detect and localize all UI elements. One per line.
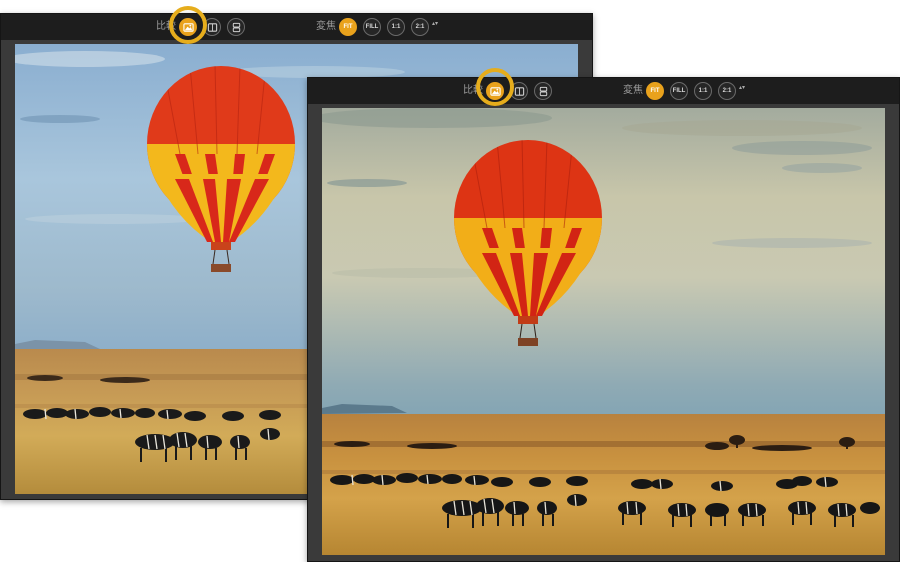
- zoom-1-1-button[interactable]: 1:1: [694, 82, 712, 100]
- split-view-button[interactable]: [510, 82, 528, 100]
- compare-mode-button[interactable]: [486, 82, 504, 100]
- zoom-2-1-button[interactable]: 2:1: [411, 18, 429, 36]
- stack-view-icon: [538, 86, 549, 97]
- zoom-label: 変焦: [623, 85, 643, 96]
- zoom-fill-button[interactable]: FILL: [670, 82, 688, 100]
- zoom-1-1-button[interactable]: 1:1: [387, 18, 405, 36]
- compare-mode-button[interactable]: [179, 18, 197, 36]
- photo-preview: [322, 108, 885, 555]
- zoom-2-1-button[interactable]: 2:1: [718, 82, 736, 100]
- zoom-stepper-icon[interactable]: ▴▾: [432, 21, 438, 27]
- compare-label: 比較: [463, 85, 483, 96]
- split-view-button[interactable]: [203, 18, 221, 36]
- zoom-stepper-icon[interactable]: ▴▾: [739, 85, 745, 91]
- viewer-window-front: 比較 変焦 FIT FILL 1:1 2:1 ▴▾: [307, 68, 900, 562]
- balloon-savanna-photo-edited: [322, 108, 885, 555]
- stack-view-icon: [231, 22, 242, 33]
- split-view-icon: [514, 86, 525, 97]
- compare-label: 比較: [156, 21, 176, 32]
- viewer-toolbar: 比較 変焦 FIT FILL 1:1 2:1 ▴▾: [308, 78, 899, 104]
- zoom-fill-button[interactable]: FILL: [363, 18, 381, 36]
- image-compare-icon: [182, 22, 194, 33]
- zoom-fit-button[interactable]: FIT: [339, 18, 357, 36]
- zoom-label: 変焦: [316, 21, 336, 32]
- zoom-fit-button[interactable]: FIT: [646, 82, 664, 100]
- split-view-icon: [207, 22, 218, 33]
- stack-view-button[interactable]: [227, 18, 245, 36]
- image-compare-icon: [489, 86, 501, 97]
- viewer-toolbar: 比較 変焦 FIT FILL 1:1 2:1 ▴▾: [1, 14, 592, 40]
- stack-view-button[interactable]: [534, 82, 552, 100]
